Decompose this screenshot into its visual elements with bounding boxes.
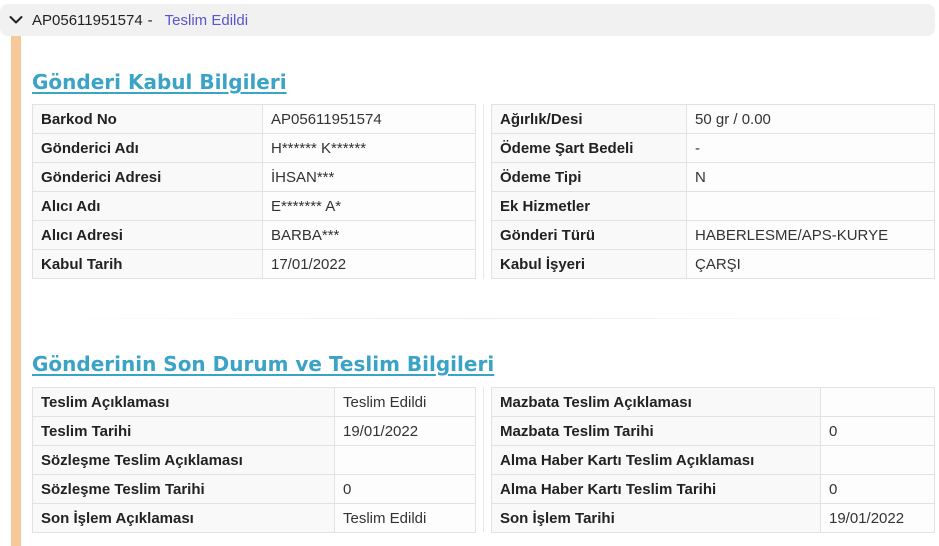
shipment-code: AP05611951574 [32,11,143,29]
shipment-status: Teslim Edildi [164,11,249,29]
field-label: Alıcı Adresi [32,220,263,250]
column-divider [483,104,484,279]
table-row: Sözleşme Teslim Açıklaması [32,445,476,475]
table-row: Gönderici Adresi İHSAN*** [32,162,476,192]
field-value [820,445,935,475]
acceptance-right-table: Ağırlık/Desi 50 gr / 0.00 Ödeme Şart Bedel… [491,104,935,279]
field-value: 50 gr / 0.00 [686,104,935,134]
table-row: Gönderici Adı H****** K****** [32,133,476,163]
field-value: N [686,162,935,192]
field-value: HABERLESME/APS-KURYE [686,220,935,250]
table-row: Kabul Tarih 17/01/2022 [32,249,476,279]
field-label: Gönderici Adı [32,133,263,163]
field-value: Teslim Edildi [334,503,476,533]
field-label: Alıcı Adı [32,191,263,221]
delivery-right-table: Mazbata Teslim Açıklaması Mazbata Teslim … [491,387,935,533]
field-value: 0 [820,416,935,446]
chevron-down-icon[interactable] [8,12,24,28]
field-label: Teslim Tarihi [32,416,335,446]
field-value [820,387,935,417]
field-label: Mazbata Teslim Açıklaması [491,387,821,417]
field-label: Alma Haber Kartı Teslim Açıklaması [491,445,821,475]
table-row: Alma Haber Kartı Teslim Tarihi 0 [491,474,935,504]
field-label: Kabul İşyeri [491,249,687,279]
table-row: Barkod No AP05611951574 [32,104,476,134]
table-row: Ek Hizmetler [491,191,935,221]
table-row: Ödeme Şart Bedeli - [491,133,935,163]
field-label: Teslim Açıklaması [32,387,335,417]
field-label: Ödeme Şart Bedeli [491,133,687,163]
field-value [686,191,935,221]
table-row: Alıcı Adresi BARBA*** [32,220,476,250]
field-value: Teslim Edildi [334,387,476,417]
delivery-section-title: Gönderinin Son Durum ve Teslim Bilgileri [32,352,495,376]
table-row: Gönderi Türü HABERLESME/APS-KURYE [491,220,935,250]
table-row: Teslim Tarihi 19/01/2022 [32,416,476,446]
table-row: Ödeme Tipi N [491,162,935,192]
field-value: 17/01/2022 [262,249,476,279]
column-divider [483,387,484,532]
shipment-accordion-header[interactable]: AP05611951574 - Teslim Edildi [0,4,935,36]
field-label: Ek Hizmetler [491,191,687,221]
field-value: AP05611951574 [262,104,476,134]
table-row: Ağırlık/Desi 50 gr / 0.00 [491,104,935,134]
table-row: Kabul İşyeri ÇARŞI [491,249,935,279]
section-divider [32,318,935,319]
acceptance-section-title: Gönderi Kabul Bilgileri [32,70,287,94]
header-separator: - [147,11,153,29]
field-label: Kabul Tarih [32,249,263,279]
table-row: Sözleşme Teslim Tarihi 0 [32,474,476,504]
table-row: Mazbata Teslim Açıklaması [491,387,935,417]
field-value: 19/01/2022 [820,503,935,533]
field-label: Barkod No [32,104,263,134]
field-value: İHSAN*** [262,162,476,192]
field-label: Sözleşme Teslim Tarihi [32,474,335,504]
accent-bar [11,36,21,546]
field-value: - [686,133,935,163]
field-label: Alma Haber Kartı Teslim Tarihi [491,474,821,504]
field-label: Sözleşme Teslim Açıklaması [32,445,335,475]
field-label: Gönderici Adresi [32,162,263,192]
field-value: 0 [820,474,935,504]
field-label: Ödeme Tipi [491,162,687,192]
delivery-left-table: Teslim Açıklaması Teslim Edildi Teslim Tar… [32,387,476,533]
field-value: E******* A* [262,191,476,221]
field-value: H****** K****** [262,133,476,163]
field-value: BARBA*** [262,220,476,250]
field-value [334,445,476,475]
table-row: Teslim Açıklaması Teslim Edildi [32,387,476,417]
table-row: Alıcı Adı E******* A* [32,191,476,221]
field-label: Mazbata Teslim Tarihi [491,416,821,446]
field-value: 19/01/2022 [334,416,476,446]
table-row: Son İşlem Tarihi 19/01/2022 [491,503,935,533]
field-label: Son İşlem Tarihi [491,503,821,533]
table-row: Son İşlem Açıklaması Teslim Edildi [32,503,476,533]
field-value: ÇARŞI [686,249,935,279]
field-value: 0 [334,474,476,504]
field-label: Ağırlık/Desi [491,104,687,134]
field-label: Son İşlem Açıklaması [32,503,335,533]
table-row: Mazbata Teslim Tarihi 0 [491,416,935,446]
field-label: Gönderi Türü [491,220,687,250]
acceptance-left-table: Barkod No AP05611951574 Gönderici Adı H****… [32,104,476,279]
table-row: Alma Haber Kartı Teslim Açıklaması [491,445,935,475]
